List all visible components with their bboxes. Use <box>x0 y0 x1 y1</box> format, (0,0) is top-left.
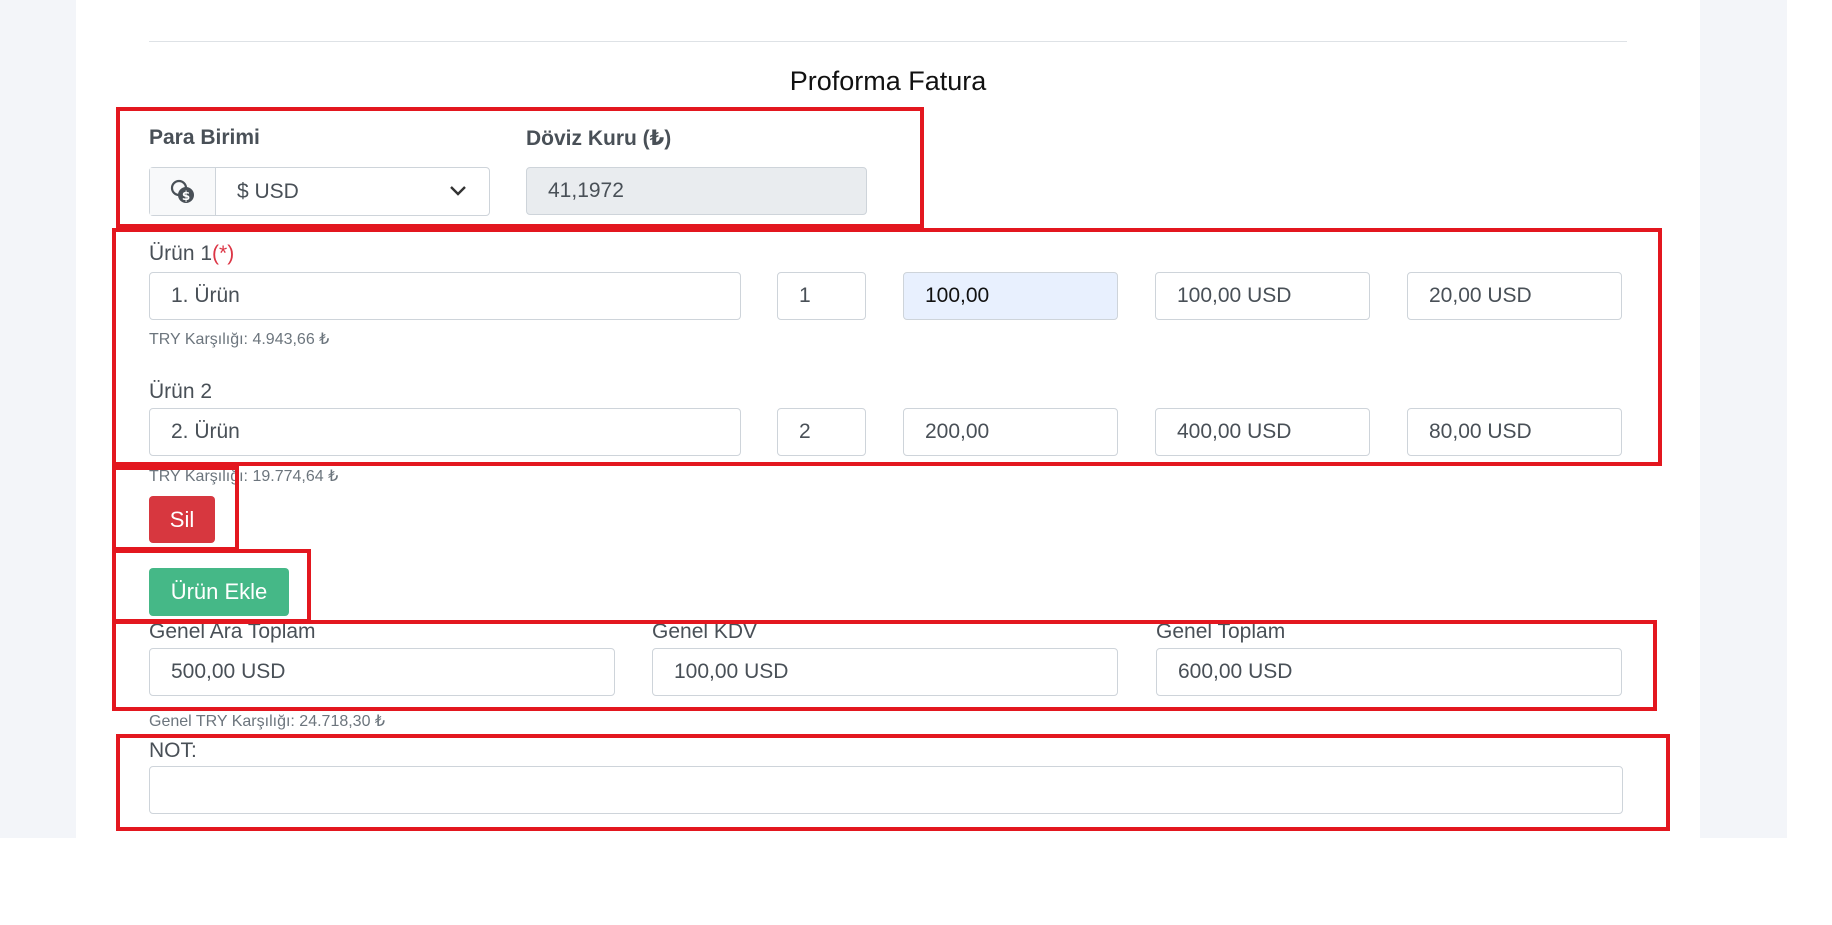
product-1-line-total-field[interactable]: 100,00 USD <box>1155 272 1370 320</box>
product-1-try-equivalent: TRY Karşılığı: 4.943,66 ₺ <box>149 331 330 348</box>
grand-total-field[interactable]: 600,00 USD <box>1156 648 1622 696</box>
product-1-quantity-input[interactable]: 1 <box>777 272 866 320</box>
product-2-unit-price-input[interactable]: 200,00 <box>903 408 1118 456</box>
total-vat-field[interactable]: 100,00 USD <box>652 648 1118 696</box>
product-1-vat-field[interactable]: 20,00 USD <box>1407 272 1622 320</box>
note-label: NOT: <box>149 739 197 762</box>
page-title: Proforma Fatura <box>789 66 987 96</box>
total-vat-label: Genel KDV <box>652 620 758 643</box>
svg-text:$: $ <box>181 189 189 203</box>
product-1-unit-price-input[interactable]: 100,00 <box>903 272 1118 320</box>
coins-dollar-icon: $ <box>150 168 216 215</box>
add-product-button[interactable]: Ürün Ekle <box>149 568 289 616</box>
divider <box>149 41 1627 42</box>
note-input[interactable] <box>149 766 1623 814</box>
exchange-rate-label: Döviz Kuru (₺) <box>526 127 672 150</box>
currency-label: Para Birimi <box>149 126 260 149</box>
chevron-down-icon <box>450 186 466 196</box>
exchange-rate-field: 41,1972 <box>526 167 867 215</box>
subtotal-label: Genel Ara Toplam <box>149 620 316 643</box>
grand-try-equivalent: Genel TRY Karşılığı: 24.718,30 ₺ <box>149 713 386 730</box>
required-mark: (*) <box>212 242 235 265</box>
product-1-name-input[interactable]: 1. Ürün <box>149 272 741 320</box>
product-2-quantity-input[interactable]: 2 <box>777 408 866 456</box>
delete-button[interactable]: Sil <box>149 496 215 543</box>
product-2-try-equivalent: TRY Karşılığı: 19.774,64 ₺ <box>149 468 339 485</box>
currency-select[interactable]: $ $ USD <box>149 167 490 216</box>
product-1-label: Ürün 1(*) <box>149 242 235 265</box>
subtotal-field[interactable]: 500,00 USD <box>149 648 615 696</box>
product-2-label: Ürün 2 <box>149 380 213 403</box>
product-2-vat-field[interactable]: 80,00 USD <box>1407 408 1622 456</box>
grand-total-label: Genel Toplam <box>1156 620 1286 643</box>
product-2-line-total-field[interactable]: 400,00 USD <box>1155 408 1370 456</box>
product-2-name-input[interactable]: 2. Ürün <box>149 408 741 456</box>
currency-selected-value: $ USD <box>237 179 299 203</box>
